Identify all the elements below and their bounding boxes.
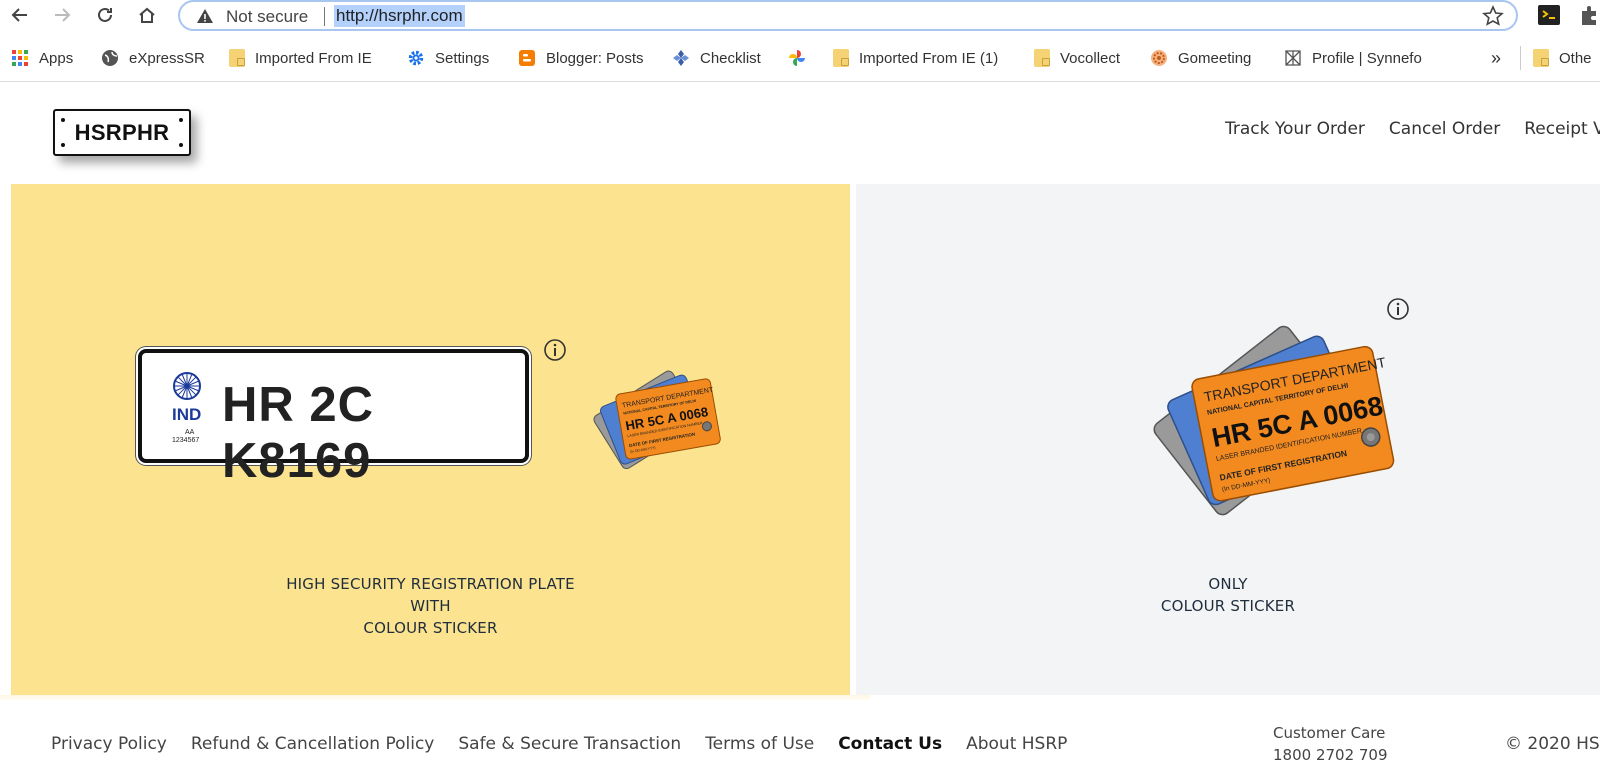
forward-button[interactable] — [49, 2, 75, 28]
bookmark-label: eXpressSR — [129, 49, 205, 67]
gear-icon — [408, 50, 424, 66]
logo-rivet — [61, 143, 65, 147]
folder-icon — [229, 49, 245, 67]
apps-grid-icon — [12, 50, 28, 66]
colour-sticker-image: TRANSPORT DEPARTMENT NATIONAL CAPITAL TE… — [593, 370, 721, 469]
info-icon[interactable] — [543, 338, 567, 362]
option-only-sticker[interactable]: TRANSPORT DEPARTMENT NATIONAL CAPITAL TE… — [856, 184, 1600, 695]
bookmark-checklist[interactable]: Checklist — [672, 46, 761, 70]
checklist-icon — [673, 50, 689, 66]
option-label-line: COLOUR STICKER — [363, 619, 498, 637]
option-label-line: HIGH SECURITY REGISTRATION PLATE — [286, 575, 575, 593]
colour-sticker-large-image: TRANSPORT DEPARTMENT NATIONAL CAPITAL TE… — [1153, 325, 1395, 516]
footer-refund-policy[interactable]: Refund & Cancellation Policy — [191, 734, 435, 754]
bookmark-label: Profile | Synnefo — [1312, 49, 1422, 67]
home-button[interactable] — [134, 2, 160, 28]
nav-track-your-order[interactable]: Track Your Order — [1225, 119, 1365, 139]
bookmarks-bar: Apps eXpressSR Imported From IE Settings… — [0, 42, 1600, 74]
terminal-extension-icon[interactable] — [1537, 3, 1561, 27]
bookmark-label: Settings — [435, 49, 490, 67]
synnefo-icon — [1285, 50, 1301, 66]
footer-about-hsrp[interactable]: About HSRP — [966, 734, 1067, 754]
option-plate-with-sticker[interactable]: IND AA 1234567 HR 2C K8169 TRANSPORT DEP… — [11, 184, 850, 695]
customer-care-phone[interactable]: 1800 2702 709 — [1273, 746, 1388, 764]
number-plate-image: IND AA 1234567 HR 2C K8169 — [138, 349, 529, 488]
footer-safe-transaction[interactable]: Safe & Secure Transaction — [458, 734, 681, 754]
top-nav: Track Your Order Cancel Order Receipt Ve — [1225, 119, 1600, 139]
bookmark-label: Gomeeting — [1178, 49, 1252, 67]
blogger-icon — [519, 50, 535, 66]
photos-pinwheel-icon — [789, 50, 805, 66]
option-label-line: ONLY — [1208, 575, 1248, 593]
warning-triangle-icon — [197, 9, 213, 23]
option-label-line: COLOUR STICKER — [1160, 597, 1296, 615]
footer-contact-us[interactable]: Contact Us — [838, 734, 942, 754]
address-bar[interactable]: Not secure http://hsrphr.com — [178, 0, 1518, 31]
folder-icon — [1034, 49, 1050, 67]
bookmark-expresssr[interactable]: eXpressSR — [101, 46, 205, 70]
logo-rivet — [61, 118, 65, 122]
security-status-label[interactable]: Not secure — [226, 7, 308, 27]
option-label: HIGH SECURITY REGISTRATION PLATE WITH CO… — [11, 573, 850, 639]
plate-hologram-text: AA 1234567 — [172, 429, 199, 445]
bookmark-gomeeting[interactable]: Gomeeting — [1150, 46, 1251, 70]
bookmark-label: Vocollect — [1060, 49, 1121, 67]
folder-icon — [833, 49, 849, 67]
bookmark-blogger-posts[interactable]: Blogger: Posts — [518, 46, 644, 70]
bookmark-other[interactable]: Othe — [1520, 46, 1592, 70]
back-button[interactable] — [7, 2, 33, 28]
bookmark-apps[interactable]: Apps — [11, 46, 73, 70]
bookmark-label: Imported From IE (1) — [859, 49, 999, 67]
bookmark-label: Blogger: Posts — [546, 49, 644, 67]
footer-terms-of-use[interactable]: Terms of Use — [705, 734, 814, 754]
bookmark-imported-from-ie-1[interactable]: Imported From IE (1) — [833, 46, 998, 70]
bookmark-star-icon[interactable] — [1482, 5, 1504, 27]
bookmark-label: Checklist — [700, 49, 761, 67]
gomeeting-icon — [1151, 50, 1167, 66]
reload-icon — [98, 7, 112, 22]
plate-country-code: IND — [172, 405, 202, 424]
bookmark-settings[interactable]: Settings — [407, 46, 489, 70]
omnibox-separator — [324, 7, 325, 26]
folder-icon — [1533, 49, 1549, 67]
bookmark-label: Apps — [39, 49, 74, 67]
customer-care-label: Customer Care — [1273, 724, 1386, 742]
overflow-chevron-icon: » — [1491, 47, 1502, 68]
footer-links: Privacy Policy Refund & Cancellation Pol… — [51, 734, 1067, 754]
logo-text: HSRPHR — [74, 119, 170, 145]
logo-rivet — [179, 118, 183, 122]
footer-privacy-policy[interactable]: Privacy Policy — [51, 734, 167, 754]
site-header: HSRPHR Track Your Order Cancel Order Rec… — [0, 82, 1600, 184]
extensions-puzzle-icon[interactable] — [1578, 3, 1600, 27]
bookmark-photos[interactable] — [788, 46, 806, 70]
copyright-text: © 2020 HSI — [1505, 734, 1600, 754]
bookmark-profile-synnefo[interactable]: Profile | Synnefo — [1284, 46, 1422, 70]
browser-chrome: Not secure http://hsrphr.com Apps eXpres… — [0, 0, 1600, 82]
plate-serial: 1234567 — [172, 437, 200, 444]
ashoka-chakra-icon — [173, 372, 201, 400]
bookmark-imported-from-ie[interactable]: Imported From IE — [229, 46, 372, 70]
plate-code: AA — [184, 429, 195, 436]
home-icon — [139, 7, 155, 23]
back-arrow-icon — [11, 8, 27, 22]
site-footer: Privacy Policy Refund & Cancellation Pol… — [0, 700, 1600, 767]
reload-button[interactable] — [92, 2, 118, 28]
option-label: ONLY COLOUR STICKER — [856, 573, 1600, 617]
option-label-line: WITH — [410, 597, 451, 615]
logo-rivet — [179, 143, 183, 147]
bookmarks-overflow-button[interactable]: » — [1491, 46, 1501, 70]
bookmark-label: Imported From IE — [255, 49, 372, 67]
site-logo[interactable]: HSRPHR — [53, 109, 191, 156]
forward-arrow-icon — [55, 8, 71, 22]
nav-cancel-order[interactable]: Cancel Order — [1389, 119, 1500, 139]
plate-registration-number: HR 2C K8169 — [222, 378, 375, 488]
url-text[interactable]: http://hsrphr.com — [334, 5, 465, 27]
globe-icon — [102, 50, 118, 66]
bookmark-vocollect[interactable]: Vocollect — [1034, 46, 1120, 70]
nav-receipt-verification[interactable]: Receipt Ve — [1524, 119, 1600, 139]
bookmark-label: Othe — [1559, 49, 1592, 67]
